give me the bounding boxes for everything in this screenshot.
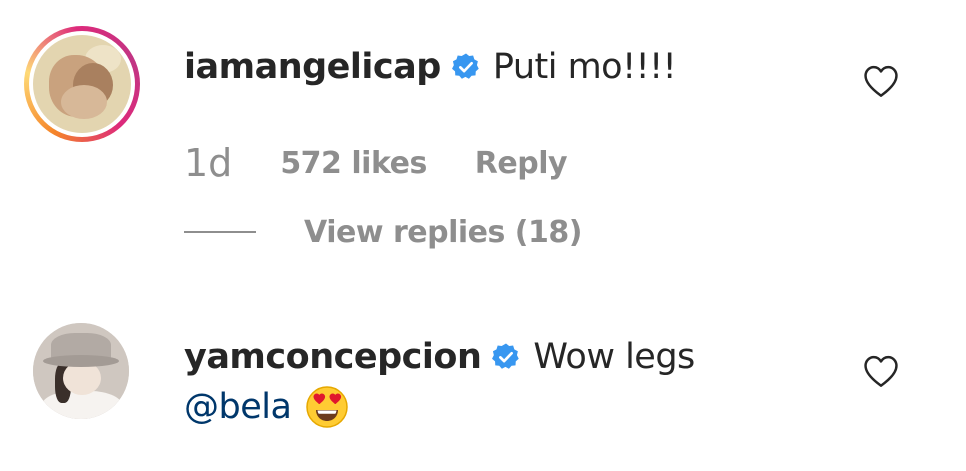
comment-text: Puti mo!!!! <box>492 47 677 87</box>
comment-item: yamconcepcion Wow legs @bela <box>0 300 966 471</box>
comment-text: Wow legs <box>533 337 695 377</box>
comment-header: yamconcepcion Wow legs <box>184 334 695 380</box>
comment-timestamp[interactable]: 1d <box>184 141 232 185</box>
comment-header: iamangelicap Puti mo!!!! <box>184 44 677 90</box>
verified-badge-icon <box>492 343 520 369</box>
replies-divider-line <box>184 231 256 233</box>
story-avatar[interactable] <box>24 26 140 142</box>
heart-outline-icon[interactable] <box>862 64 900 98</box>
reply-button[interactable]: Reply <box>475 146 568 181</box>
heart-outline-icon[interactable] <box>862 354 900 388</box>
verified-badge-icon <box>451 53 479 79</box>
avatar-image <box>33 35 131 133</box>
heart-eyes-emoji-icon <box>306 386 349 428</box>
avatar[interactable] <box>33 323 129 419</box>
view-replies-row[interactable]: View replies (18) <box>184 210 582 254</box>
likes-count-button[interactable]: 572 likes <box>280 146 427 181</box>
comment-meta: 1d 572 likes Reply <box>184 140 568 186</box>
comment-item: iamangelicap Puti mo!!!! 1d 572 likes Re… <box>0 0 966 270</box>
comment-text-continuation: @bela <box>184 384 349 430</box>
mention-link[interactable]: @bela <box>184 387 292 427</box>
username-link[interactable]: yamconcepcion <box>184 337 482 377</box>
view-replies-button[interactable]: View replies (18) <box>304 215 582 250</box>
username-link[interactable]: iamangelicap <box>184 47 441 87</box>
